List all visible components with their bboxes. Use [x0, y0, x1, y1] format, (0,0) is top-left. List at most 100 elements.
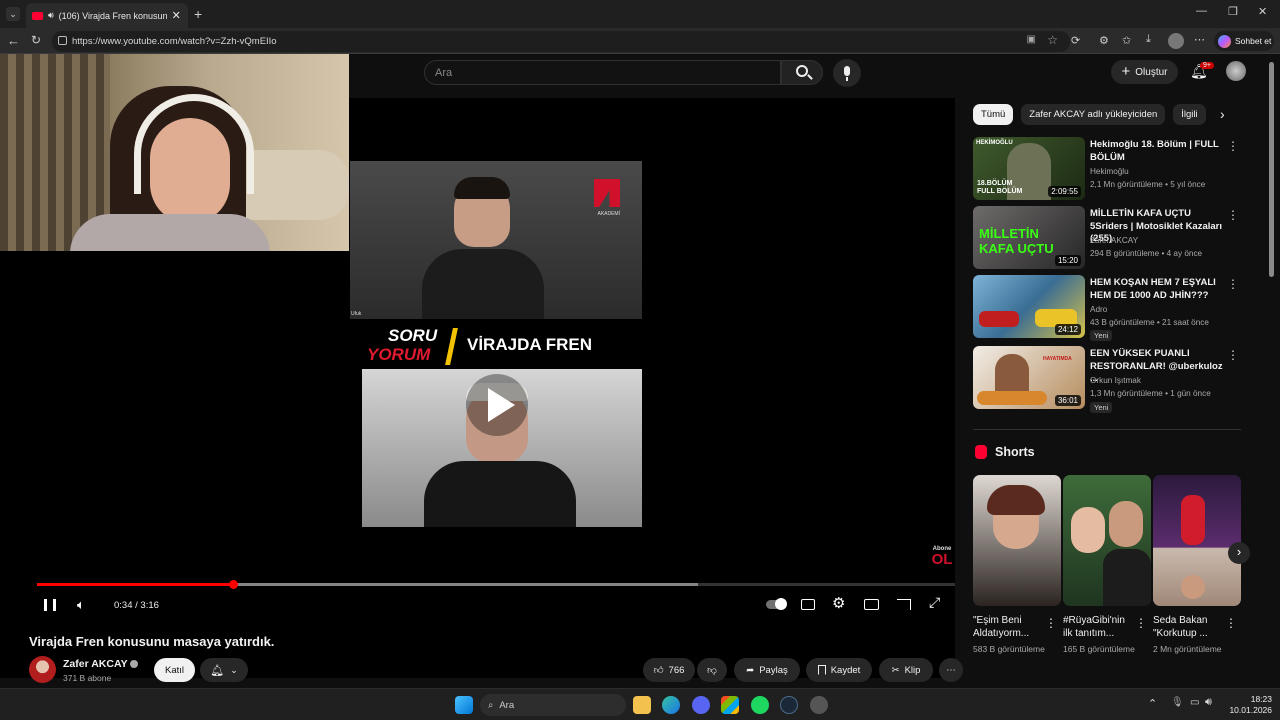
progress-bar-track[interactable] [37, 580, 955, 589]
share-arrow-icon: ➦ [746, 664, 755, 676]
progress-scrubber-handle[interactable] [229, 580, 239, 589]
copilot-button[interactable]: Sohbet et [1214, 31, 1274, 51]
fullscreen-icon[interactable]: ⤢ [929, 594, 940, 611]
chip-related[interactable]: İlgili [1173, 104, 1206, 125]
voice-search-button[interactable] [833, 59, 861, 87]
more-vert-icon[interactable]: ⋮ [1135, 616, 1147, 630]
chip-all[interactable]: Tümü [973, 104, 1014, 125]
new-tab-plus-icon[interactable]: + [194, 6, 202, 22]
taskbar-search-box[interactable]: ⌕ Ara [480, 694, 626, 716]
subscribe-watermark[interactable]: Abone OL [929, 546, 955, 574]
recommendation-channel[interactable]: Orkun Işıtmak [1090, 376, 1141, 385]
subtitles-icon[interactable] [801, 599, 815, 610]
tab-close-icon[interactable]: ✕ [172, 9, 181, 22]
subscribed-bell-button[interactable]: 🔔︎ ⌄ [200, 658, 248, 682]
short-thumbnail[interactable] [1153, 475, 1241, 606]
more-vert-icon[interactable]: ⋮ [1227, 277, 1239, 291]
recommendation-item[interactable]: HAYATIMDA 36:01 EEN YÜKSEK PUANLI RESTOR… [973, 346, 1243, 413]
join-button[interactable]: Katıl [154, 658, 195, 682]
pause-icon[interactable] [44, 599, 56, 611]
more-vert-icon[interactable]: ⋮ [1227, 139, 1239, 153]
window-restore-icon[interactable]: ❐ [1228, 5, 1238, 18]
store-icon[interactable] [721, 696, 739, 714]
page-scrollbar[interactable] [1269, 54, 1275, 684]
volume-tray-icon[interactable]: 🔊︎ [1205, 696, 1212, 709]
video-thumbnail[interactable]: HEKİMOĞLU 18.BÖLÜM FULL BÖLÜM 2:09:55 [973, 137, 1085, 200]
short-title[interactable]: Seda Bakan "Korkutup ... [1153, 614, 1227, 640]
shorts-next-button[interactable]: › [1228, 542, 1250, 564]
recommendation-title[interactable]: Hekimoğlu 18. Bölüm | FULL BÖLÜM [1090, 139, 1226, 164]
windows-start-icon[interactable] [455, 696, 473, 714]
video-thumbnail[interactable]: HAYATIMDA 36:01 [973, 346, 1085, 409]
short-title[interactable]: "Eşim Beni Aldatıyorm... [973, 614, 1047, 640]
like-button[interactable]: 👍︎ 766 [643, 658, 695, 682]
chip-from-uploader[interactable]: Zafer AKCAY adlı yükleyiciden [1021, 104, 1166, 125]
center-play-button[interactable] [466, 374, 528, 436]
short-title[interactable]: #RüyaGibi'nin ilk tanıtım... [1063, 614, 1137, 640]
cast-icon[interactable] [897, 599, 911, 610]
short-item[interactable]: "Eşim Beni Aldatıyorm... 583 B görüntüle… [973, 475, 1061, 655]
extension-icon[interactable]: ⟳ [1071, 34, 1080, 47]
short-thumbnail[interactable] [1063, 475, 1151, 606]
tray-chevron-icon[interactable]: ⌃ [1148, 697, 1157, 710]
short-item[interactable]: Seda Bakan "Korkutup ... 2 Mn görüntülem… [1153, 475, 1241, 655]
favorite-star-icon[interactable]: ☆ [1047, 33, 1058, 47]
recommendation-channel[interactable]: Zafer AKCAY [1090, 236, 1138, 245]
address-bar[interactable]: https://www.youtube.com/watch?v=Zzh-vQmE… [52, 31, 1070, 52]
recommendation-item[interactable]: 24:12 HEM KOŞAN HEM 7 EŞYALI HEM DE 1000… [973, 275, 1243, 341]
short-thumbnail[interactable] [973, 475, 1061, 606]
miniplayer-icon[interactable] [864, 599, 879, 610]
reader-icon[interactable]: ▣ [1027, 34, 1036, 45]
recommendation-channel[interactable]: Hekimoğlu [1090, 167, 1129, 176]
save-button[interactable]: Kaydet [806, 658, 872, 682]
favorites-icon[interactable]: ✩ [1122, 34, 1131, 47]
more-vert-icon[interactable]: ⋮ [1045, 616, 1057, 630]
recommendation-item[interactable]: MİLLETİN KAFA UÇTU 15:20 MİLLETİN KAFA U… [973, 206, 1243, 272]
window-close-icon[interactable]: ✕ [1258, 5, 1267, 18]
volume-icon[interactable]: 🔈︎ [77, 597, 85, 613]
recommendation-item[interactable]: HEKİMOĞLU 18.BÖLÜM FULL BÖLÜM 2:09:55 He… [973, 137, 1243, 203]
recommendation-title[interactable]: HEM KOŞAN HEM 7 EŞYALI HEM DE 1000 AD JH… [1090, 277, 1226, 302]
app-icon[interactable] [810, 696, 828, 714]
more-vert-icon[interactable]: ⋮ [1225, 616, 1237, 630]
video-thumbnail[interactable]: MİLLETİN KAFA UÇTU 15:20 [973, 206, 1085, 269]
more-vert-icon[interactable]: ⋮ [1227, 208, 1239, 222]
search-button[interactable] [781, 60, 823, 85]
recommendation-channel[interactable]: Adro [1090, 305, 1107, 314]
search-input[interactable]: Ara [424, 60, 781, 85]
account-avatar[interactable] [1226, 61, 1246, 81]
create-button[interactable]: + Oluştur [1111, 60, 1178, 84]
short-item[interactable]: #RüyaGibi'nin ilk tanıtım... 165 B görün… [1063, 475, 1151, 655]
site-info-icon[interactable] [58, 36, 67, 45]
display-tray-icon[interactable]: ▭ [1190, 697, 1199, 708]
autoplay-toggle[interactable] [766, 598, 787, 610]
spotify-icon[interactable] [751, 696, 769, 714]
reload-icon[interactable]: ↻ [31, 33, 41, 47]
more-vert-icon[interactable]: ⋮ [1227, 348, 1239, 362]
edge-browser-icon[interactable] [662, 696, 680, 714]
tab-actions-chevron-icon[interactable]: ⌄ [6, 7, 20, 21]
discord-icon[interactable] [692, 696, 710, 714]
downloads-icon[interactable]: ⤓ [1146, 33, 1151, 46]
channel-name[interactable]: Zafer AKCAY [63, 658, 128, 670]
scrollbar-thumb[interactable] [1269, 62, 1274, 277]
steam-icon[interactable] [780, 696, 798, 714]
clip-button[interactable]: ✂ Klip [879, 658, 933, 682]
chips-next-chevron-icon[interactable]: › [1220, 106, 1225, 122]
window-minimize-icon[interactable]: — [1196, 5, 1207, 17]
settings-gear-icon[interactable]: ⚙ [832, 594, 845, 612]
profile-avatar[interactable] [1168, 33, 1184, 49]
channel-avatar[interactable] [29, 656, 56, 683]
more-actions-button[interactable]: ⋯ [939, 658, 963, 682]
file-explorer-icon[interactable] [633, 696, 651, 714]
speaker-icon[interactable]: 🔊︎ [48, 10, 54, 21]
browser-tab-active[interactable]: 🔊︎ (106) Virajda Fren konusunu m ✕ [26, 3, 188, 28]
clock[interactable]: 18:23 10.01.2026 [1226, 694, 1272, 716]
dislike-button[interactable]: 👎︎ [697, 658, 727, 682]
extensions-puzzle-icon[interactable]: ⚙ [1099, 34, 1109, 47]
browser-menu-icon[interactable]: ⋯ [1194, 33, 1205, 46]
mic-tray-icon[interactable]: 🎙︎ [1171, 697, 1184, 708]
share-button[interactable]: ➦ Paylaş [734, 658, 800, 682]
video-thumbnail[interactable]: 24:12 [973, 275, 1085, 338]
back-arrow-icon[interactable]: ← [7, 33, 20, 48]
